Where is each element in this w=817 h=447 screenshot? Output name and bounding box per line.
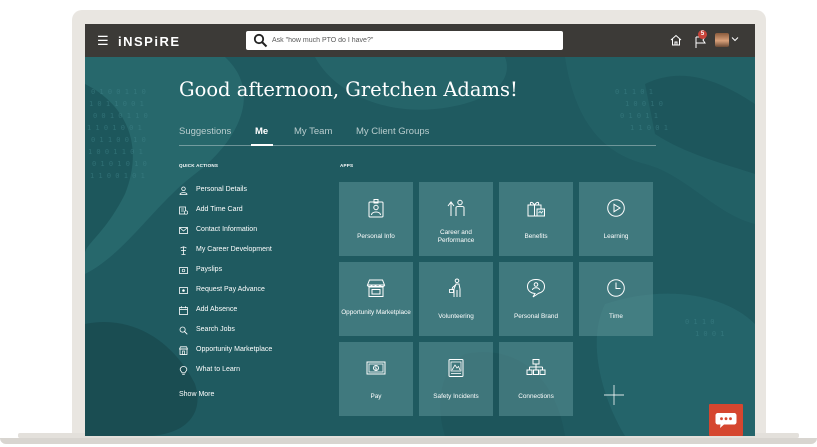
tab-my-client-groups[interactable]: My Client Groups [356,126,429,137]
svg-text:0 0 1 0 1 1 0: 0 0 1 0 1 1 0 [93,112,148,120]
quick-actions-title: QUICK ACTIONS [179,163,219,168]
quick-action-label: Add Time Card [196,206,243,213]
pay-advance-icon [179,287,188,294]
svg-text:0 1 1 0 1: 0 1 1 0 1 [615,88,653,96]
payslip-icon [179,267,188,274]
notifications-button[interactable]: 5 [693,30,709,49]
quick-action-label: My Career Development [196,246,272,253]
app-tile-connections[interactable]: Connections [499,342,573,416]
app-tile-opportunity-marketplace[interactable]: Opportunity Marketplace [339,262,413,336]
app-tile-label: Personal Brand [513,313,559,320]
quick-action-label: Add Absence [196,306,238,313]
svg-text:1 1 0 0 1: 1 1 0 0 1 [630,124,668,132]
store-icon [366,279,386,297]
svg-text:1 0 0 1 0: 1 0 0 1 0 [625,100,663,108]
gift-icon [527,201,545,217]
tab-my-team[interactable]: My Team [294,126,332,137]
search-icon [179,326,188,335]
svg-text:0 1 0 1 0 1 0: 0 1 0 1 0 1 0 [92,160,147,168]
chevron-down-icon[interactable] [731,35,739,43]
quick-action-label: What to Learn [196,366,240,373]
active-tab-indicator [251,144,273,146]
app-tile-personal-info[interactable]: Personal Info [339,182,413,256]
top-navigation-bar: ☰ iNSPiRE 5 [85,24,755,57]
app-tile-label: Personal Info [357,233,395,240]
chat-bubble-icon [715,413,737,428]
svg-text:1 1 0 1 0 0 1: 1 1 0 1 0 0 1 [87,124,142,132]
greeting-heading: Good afternoon, Gretchen Adams! [179,78,518,101]
volunteer-icon [449,278,461,297]
id-badge-icon [368,199,384,218]
app-tile-label: Connections [518,393,554,400]
app-tile-label: Opportunity Marketplace [341,309,411,316]
svg-text:$: $ [374,366,377,372]
tab-me[interactable]: Me [255,126,268,137]
chat-button[interactable] [709,404,743,436]
hamburger-menu-icon[interactable]: ☰ [97,34,109,47]
money-icon: $ [366,361,386,375]
app-tile-label: Safety Incidents [433,393,479,400]
career-icon [180,246,187,255]
svg-text:0 1 1 0 0 1 0: 0 1 1 0 0 1 0 [91,136,146,144]
user-avatar[interactable] [715,33,729,47]
add-app-icon[interactable] [603,384,625,406]
search-icon[interactable] [253,33,268,48]
quick-action-label: Opportunity Marketplace [196,346,273,353]
play-icon [607,199,625,217]
search-input[interactable] [272,31,557,50]
app-tile-personal-brand[interactable]: Personal Brand [499,262,573,336]
app-screen: 0 1 0 0 1 1 0 1 0 1 1 0 0 1 0 0 1 0 1 1 … [85,24,755,436]
career-performance-icon [447,199,465,216]
notification-badge: 5 [698,30,707,39]
envelope-icon [179,227,188,234]
app-tile-pay[interactable]: $ Pay [339,342,413,416]
store-icon [179,346,188,355]
app-tile-label: Volunteering [438,313,474,320]
svg-text:1 1 0 0 1 0 1: 1 1 0 0 1 0 1 [90,172,145,180]
svg-text:1 0 1 1 0 0 1: 1 0 1 1 0 0 1 [89,100,144,108]
quick-action-label: Request Pay Advance [196,286,265,293]
quick-action-label: Personal Details [196,186,247,193]
app-tile-label: Pay [370,393,382,400]
app-tile-label: Benefits [524,233,548,240]
app-tile-label: Career and Performance [437,229,475,244]
time-card-icon [179,206,188,215]
lightbulb-icon [179,366,188,375]
home-icon[interactable] [670,34,682,46]
svg-text:1 0 0 1: 1 0 0 1 [695,330,725,338]
svg-text:0 1 0 1 1: 0 1 0 1 1 [620,112,658,120]
person-icon [179,186,188,195]
tab-suggestions[interactable]: Suggestions [179,126,231,137]
speech-person-icon [526,278,546,298]
safety-icon [448,359,464,377]
svg-text:0 1 0 0 1 1 0: 0 1 0 0 1 1 0 [91,88,146,96]
quick-action-label: Contact Information [196,226,258,233]
calendar-icon [179,306,188,315]
app-tile-learning[interactable]: Learning [579,182,653,256]
show-more-link[interactable]: Show More [179,391,214,398]
app-tile-safety-incidents[interactable]: Safety Incidents [419,342,493,416]
apps-title: APPS [340,163,354,168]
quick-action-label: Payslips [196,266,223,273]
app-tile-time[interactable]: Time [579,262,653,336]
clock-icon [607,279,625,297]
quick-action-label: Search Jobs [196,326,235,333]
svg-text:1 0 0 1 1 0 1: 1 0 0 1 1 0 1 [88,148,143,156]
search-bar[interactable] [246,31,563,50]
app-tile-label: Learning [603,233,629,240]
laptop-base-bottom [0,438,817,444]
org-chart-icon [526,359,546,375]
app-tile-career-and-performance[interactable]: Career and Performance [419,182,493,256]
inspire-logo[interactable]: iNSPiRE [118,34,181,49]
app-tile-label: Time [609,313,623,320]
app-tile-volunteering[interactable]: Volunteering [419,262,493,336]
svg-text:0 1 1 0: 0 1 1 0 [685,318,715,326]
app-tile-benefits[interactable]: Benefits [499,182,573,256]
